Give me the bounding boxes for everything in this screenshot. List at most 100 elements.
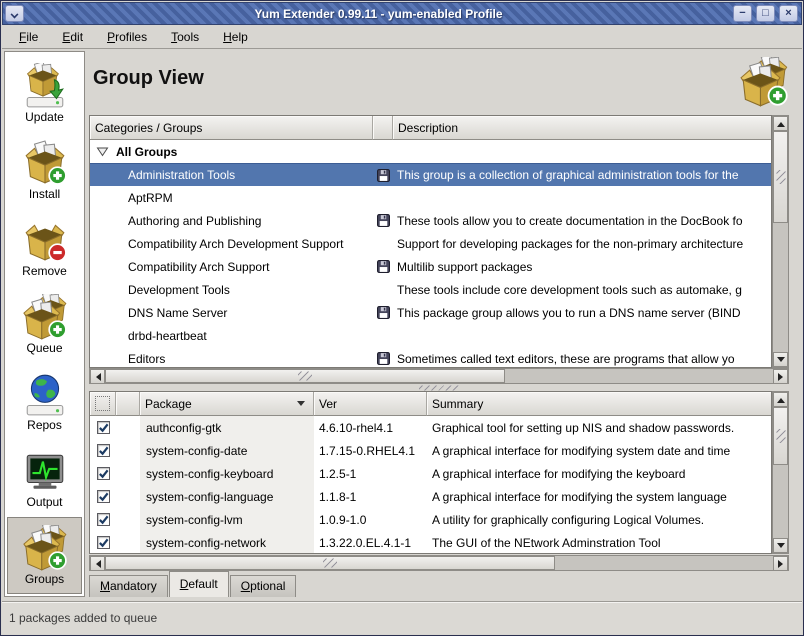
tab-default[interactable]: Default <box>169 571 229 597</box>
check-icon <box>98 537 109 548</box>
menu-file[interactable]: File <box>10 27 47 47</box>
sidebar-item-label: Queue <box>26 341 62 355</box>
sidebar-item-output[interactable]: Output <box>7 440 82 517</box>
grip-icon <box>776 170 785 184</box>
package-checkbox[interactable] <box>97 467 110 480</box>
sidebar-item-remove[interactable]: Remove <box>7 209 82 286</box>
column-header-package[interactable]: Package <box>140 392 314 416</box>
maximize-button[interactable]: □ <box>756 5 775 22</box>
scroll-track[interactable] <box>505 369 773 383</box>
group-row-administration-tools[interactable]: Administration Tools This group is a col… <box>90 163 771 186</box>
box-queue-icon <box>22 294 68 340</box>
pane-splitter[interactable] <box>89 384 789 391</box>
chevron-down-icon <box>11 11 19 19</box>
expander-open-icon[interactable] <box>96 145 109 158</box>
grip-icon <box>323 559 337 568</box>
packages-horizontal-scrollbar[interactable] <box>89 555 789 571</box>
menu-profiles[interactable]: Profiles <box>98 27 156 47</box>
scroll-right-button[interactable] <box>773 556 788 571</box>
floppy-icon <box>377 352 390 365</box>
package-checkbox[interactable] <box>97 421 110 434</box>
column-header-checkbox[interactable] <box>90 392 116 416</box>
floppy-icon <box>377 214 390 227</box>
page-title: Group View <box>93 67 204 90</box>
sidebar-item-repos[interactable]: Repos <box>7 363 82 440</box>
sidebar-item-install[interactable]: Install <box>7 132 82 209</box>
tab-optional[interactable]: Optional <box>230 575 297 597</box>
sidebar-item-groups[interactable]: Groups <box>7 517 82 594</box>
sidebar-item-label: Groups <box>25 572 64 586</box>
column-header-group-icon[interactable] <box>373 116 393 140</box>
menu-edit[interactable]: Edit <box>53 27 92 47</box>
group-row-compat-arch-support[interactable]: Compatibility Arch Support Multilib supp… <box>90 255 771 278</box>
arrow-up-icon <box>777 394 785 403</box>
titlebar[interactable]: Yum Extender 0.99.11 - yum-enabled Profi… <box>2 2 802 25</box>
scroll-left-button[interactable] <box>90 369 105 384</box>
scroll-up-button[interactable] <box>773 116 788 131</box>
scroll-down-button[interactable] <box>773 352 788 367</box>
package-row[interactable]: authconfig-gtk 4.6.10-rhel4.1 Graphical … <box>90 416 771 439</box>
groups-table-header: Categories / Groups Description <box>90 116 771 140</box>
group-row-aptrpm[interactable]: AptRPM <box>90 186 771 209</box>
column-header-description[interactable]: Description <box>393 116 771 140</box>
package-checkbox[interactable] <box>97 513 110 526</box>
window-title: Yum Extender 0.99.11 - yum-enabled Profi… <box>26 7 731 21</box>
scroll-thumb[interactable] <box>105 556 555 570</box>
groups-horizontal-scrollbar[interactable] <box>89 368 789 384</box>
group-row-authoring-and-publishing[interactable]: Authoring and Publishing These tools all… <box>90 209 771 232</box>
group-view-header-icon <box>739 57 789 107</box>
package-row[interactable]: system-config-network 1.3.22.0.EL.4.1-1 … <box>90 531 771 554</box>
scroll-thumb[interactable] <box>773 407 788 465</box>
group-row-compat-arch-dev-support[interactable]: Compatibility Arch Development SupportSu… <box>90 232 771 255</box>
tab-mandatory[interactable]: Mandatory <box>89 575 168 597</box>
column-header-summary[interactable]: Summary <box>427 392 771 416</box>
sidebar-item-label: Output <box>26 495 62 509</box>
scroll-track[interactable] <box>773 465 788 538</box>
sidebar-item-label: Remove <box>22 264 67 278</box>
group-row-editors[interactable]: Editors Sometimes called text editors, t… <box>90 347 771 368</box>
scroll-track[interactable] <box>773 223 788 352</box>
scroll-down-button[interactable] <box>773 538 788 553</box>
menu-help[interactable]: Help <box>214 27 257 47</box>
groups-vertical-scrollbar[interactable] <box>772 115 789 368</box>
focus-rect <box>95 396 110 411</box>
check-icon <box>98 422 109 433</box>
scroll-thumb[interactable] <box>105 369 505 383</box>
column-header-blank[interactable] <box>116 392 140 416</box>
monitor-icon <box>22 448 68 494</box>
sidebar-item-label: Repos <box>27 418 62 432</box>
package-checkbox[interactable] <box>97 536 110 549</box>
close-button[interactable]: × <box>779 5 798 22</box>
arrow-down-icon <box>777 543 785 552</box>
arrow-left-icon <box>92 560 101 568</box>
menu-tools[interactable]: Tools <box>162 27 208 47</box>
group-row-dns-name-server[interactable]: DNS Name Server This package group allow… <box>90 301 771 324</box>
scroll-left-button[interactable] <box>90 556 105 571</box>
group-row-drbd-heartbeat[interactable]: drbd-heartbeat <box>90 324 771 347</box>
column-header-ver[interactable]: Ver <box>314 392 427 416</box>
group-row-all-groups[interactable]: All Groups <box>90 140 771 163</box>
scroll-thumb[interactable] <box>773 131 788 223</box>
sidebar-item-update[interactable]: Update <box>7 55 82 132</box>
arrow-right-icon <box>778 373 787 381</box>
sort-descending-icon <box>297 401 305 410</box>
column-header-categories-groups[interactable]: Categories / Groups <box>90 116 373 140</box>
package-checkbox[interactable] <box>97 444 110 457</box>
package-row[interactable]: system-config-language 1.1.8-1 A graphic… <box>90 485 771 508</box>
scroll-right-button[interactable] <box>773 369 788 384</box>
scroll-up-button[interactable] <box>773 392 788 407</box>
package-checkbox[interactable] <box>97 490 110 503</box>
sidebar-item-queue[interactable]: Queue <box>7 286 82 363</box>
scroll-track[interactable] <box>555 556 773 570</box>
window-menu-button[interactable] <box>5 5 24 22</box>
minimize-button[interactable]: − <box>733 5 752 22</box>
check-icon <box>98 445 109 456</box>
maximize-icon: □ <box>762 7 769 19</box>
group-row-development-tools[interactable]: Development ToolsThese tools include cor… <box>90 278 771 301</box>
package-row[interactable]: system-config-lvm 1.0.9-1.0 A utility fo… <box>90 508 771 531</box>
package-row[interactable]: system-config-date 1.7.15-0.RHEL4.1 A gr… <box>90 439 771 462</box>
package-row[interactable]: system-config-keyboard 1.2.5-1 A graphic… <box>90 462 771 485</box>
packages-vertical-scrollbar[interactable] <box>772 391 789 554</box>
sidebar-item-label: Update <box>25 110 64 124</box>
arrow-left-icon <box>92 373 101 381</box>
